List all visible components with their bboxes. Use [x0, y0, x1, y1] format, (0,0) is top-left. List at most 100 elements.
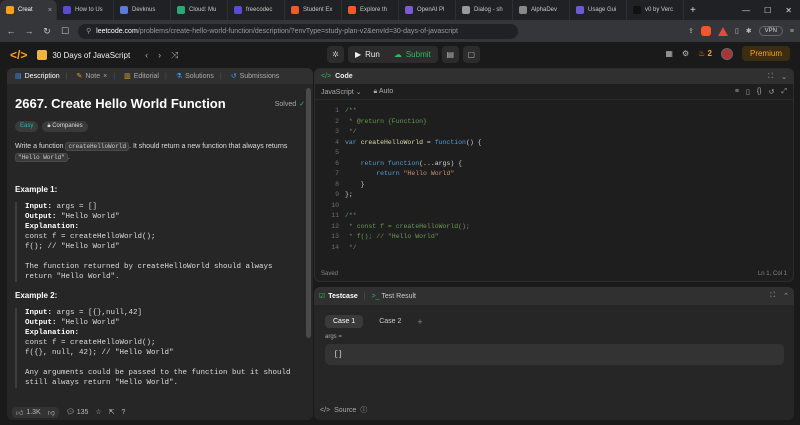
maximize-icon[interactable]: ☐: [764, 6, 771, 15]
braces-icon[interactable]: {}: [757, 88, 762, 96]
next-problem-icon[interactable]: ›: [158, 50, 161, 60]
fullscreen-icon[interactable]: ⤢: [781, 88, 787, 96]
close-tab-icon[interactable]: ×: [48, 7, 52, 14]
tab-label: Editorial: [133, 72, 159, 80]
avatar[interactable]: [720, 47, 733, 60]
tab-favicon-icon: [6, 6, 14, 14]
maximize-icon[interactable]: ⛶: [770, 292, 775, 300]
browser-tab[interactable]: v0 by Verc: [627, 0, 684, 20]
leetcode-logo-icon[interactable]: </>: [10, 48, 27, 62]
browser-tab-label: Creat: [18, 7, 33, 13]
tab-solutions[interactable]: ⚗ Solutions |: [173, 72, 225, 81]
code-editor[interactable]: 1 2 3 4 5 6 7 8 9 10 11 12 13 14 /** * @return {Funct…: [315, 102, 793, 262]
help-icon[interactable]: ⓘ: [360, 405, 367, 415]
reload-icon[interactable]: ↻: [42, 26, 52, 37]
browser-tab[interactable]: Devknus: [114, 0, 171, 20]
browser-tab-label: freecodec: [246, 7, 273, 13]
browser-tab[interactable]: Usage Gui: [570, 0, 627, 20]
menu-icon[interactable]: ≡: [790, 28, 794, 35]
browser-tab[interactable]: OpenAI Pl: [399, 0, 456, 20]
shuffle-icon[interactable]: ⤨: [171, 50, 178, 61]
notes-icon[interactable]: ▤: [441, 46, 459, 63]
case-2-tab[interactable]: Case 2: [371, 315, 409, 328]
vpn-button[interactable]: VPN: [758, 26, 783, 36]
close-icon[interactable]: ×: [103, 73, 107, 80]
like-button[interactable]: 👍︎ 1.3K 👎︎: [12, 406, 59, 418]
tab-test-result[interactable]: >_ Test Result: [372, 293, 416, 300]
extensions-icon[interactable]: ✱: [746, 27, 752, 35]
settings-icon[interactable]: ⚙: [682, 49, 689, 58]
problem-title[interactable]: 2667. Create Hello World Function: [15, 96, 297, 111]
maximize-icon[interactable]: ⛶: [768, 73, 773, 81]
share-icon[interactable]: ⇪: [688, 27, 694, 35]
bookmark-icon[interactable]: ☐: [60, 26, 70, 37]
case-tabs: Case 1 Case 2 +: [314, 315, 794, 328]
browser-tab[interactable]: How to Us: [57, 0, 114, 20]
browser-tab[interactable]: Explore th: [342, 0, 399, 20]
tab-description[interactable]: ▤ Description |: [12, 72, 70, 81]
description-scrollbar[interactable]: [306, 88, 311, 338]
check-circle-icon: ✓: [299, 101, 305, 108]
collapse-icon[interactable]: ⌃: [783, 292, 789, 300]
url-field[interactable]: ⚲ leetcode.com/problems/create-hello-wor…: [78, 23, 518, 39]
collapse-icon[interactable]: ⌄: [781, 73, 787, 81]
submit-button[interactable]: ☁ Submit: [387, 46, 438, 63]
streak-badge[interactable]: ♨ 2: [698, 49, 712, 58]
browser-tab[interactable]: freecodec: [228, 0, 285, 20]
problem-description: Write a function createHelloWorld. It sh…: [15, 141, 295, 163]
bookmark-icon[interactable]: ▯: [746, 88, 750, 96]
thumbs-down-icon[interactable]: 👎︎: [48, 408, 55, 417]
site-info-icon[interactable]: ⚲: [86, 27, 91, 35]
browser-tab[interactable]: Cloud: Mu: [171, 0, 228, 20]
chat-icon[interactable]: ▢: [462, 46, 480, 63]
tab-testcase[interactable]: ☑ Testcase: [319, 292, 358, 301]
minimize-icon[interactable]: —: [742, 6, 750, 15]
brave-rewards-icon[interactable]: [717, 26, 728, 36]
desc-text: . It should return a new function that a…: [129, 143, 288, 150]
browser-tab[interactable]: Student Ex: [285, 0, 342, 20]
browser-tab[interactable]: AlphaDev: [513, 0, 570, 20]
comments-button[interactable]: 💬︎ 135: [66, 408, 89, 416]
line-number: 1: [335, 107, 339, 114]
brave-shield-icon[interactable]: [700, 26, 711, 36]
tab-favicon-icon: [348, 6, 356, 14]
companies-button[interactable]: 🔒︎ Companies: [42, 121, 88, 132]
comment-icon: 💬︎: [65, 409, 75, 416]
help-icon[interactable]: ?: [122, 409, 126, 416]
output-label: Output:: [25, 319, 57, 327]
tab-note[interactable]: ✎ Note × |: [73, 72, 118, 81]
forward-icon[interactable]: →: [24, 26, 34, 36]
run-button[interactable]: ▶ Run: [348, 46, 387, 63]
reset-icon[interactable]: ↺: [769, 88, 775, 96]
layout-icon[interactable]: ▦: [665, 49, 673, 58]
prev-problem-icon[interactable]: ‹: [145, 50, 148, 60]
add-case-icon[interactable]: +: [417, 317, 422, 327]
browser-tab[interactable]: Creat ×: [0, 0, 57, 20]
sidebar-toggle-icon[interactable]: ▯: [735, 27, 739, 35]
line-number: 3: [335, 128, 339, 135]
close-window-icon[interactable]: ✕: [785, 6, 792, 15]
format-icon[interactable]: ≡: [735, 88, 739, 96]
tab-editorial[interactable]: ▥ Editorial |: [121, 72, 170, 81]
example-1-block: Input: args = [] Output: "Hello World" E…: [15, 202, 297, 282]
tab-submissions[interactable]: ↺ Submissions: [228, 72, 283, 81]
source-button[interactable]: </> Source ⓘ: [320, 405, 367, 415]
new-tab-icon[interactable]: +: [684, 5, 702, 16]
testcase-header: ☑ Testcase | >_ Test Result ⛶ ⌃: [314, 287, 794, 305]
premium-button[interactable]: Premium: [741, 46, 790, 61]
args-input[interactable]: []: [325, 344, 784, 365]
input-label: Input:: [25, 309, 53, 317]
language-select[interactable]: JavaScript ⌄: [321, 88, 362, 96]
study-plan-title[interactable]: 30 Days of JavaScript: [52, 51, 130, 60]
share-icon[interactable]: ⇱: [109, 408, 115, 416]
explanation-label: Explanation:: [25, 223, 80, 231]
inline-code: "Hello World": [15, 153, 68, 162]
panel-resize-handle[interactable]: [314, 283, 794, 286]
example-input: args = []: [56, 203, 98, 211]
back-icon[interactable]: ←: [6, 26, 16, 36]
browser-tab[interactable]: Dialog - sh: [456, 0, 513, 20]
favorite-star-icon[interactable]: ☆: [95, 408, 101, 416]
debug-icon[interactable]: ✲: [327, 46, 344, 63]
auto-mode-toggle[interactable]: 🔒︎ Auto: [374, 88, 394, 96]
case-1-tab[interactable]: Case 1: [325, 315, 364, 328]
